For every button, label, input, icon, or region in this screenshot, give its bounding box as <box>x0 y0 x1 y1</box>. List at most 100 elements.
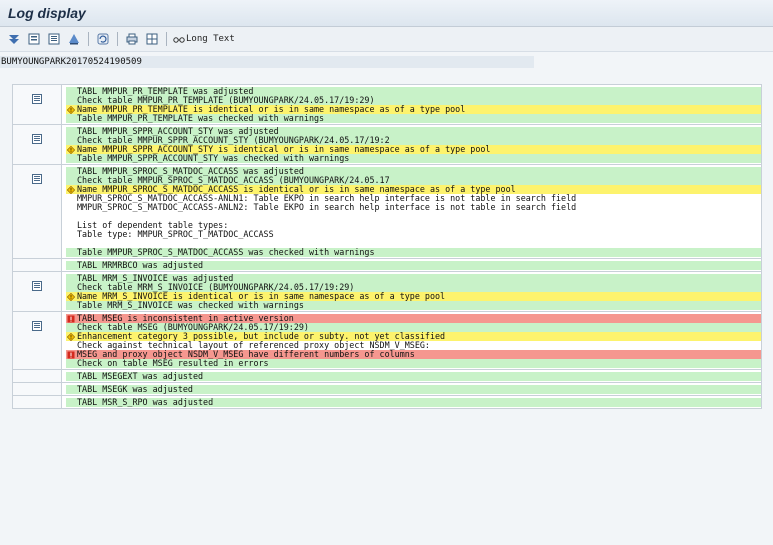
collapse-icon[interactable] <box>26 31 42 47</box>
log-message[interactable]: Name MMPUR_SPROC_S_MATDOC_ACCASS is iden… <box>66 185 761 194</box>
log-message-text: MMPUR_SPROC_S_MATDOC_ACCASS-ANLN2: Table… <box>77 203 577 212</box>
log-message-text: Table MRM_S_INVOICE was checked with war… <box>77 301 304 310</box>
log-message[interactable]: Check table MSEG (BUMYOUNGPARK/24.05.17/… <box>66 323 761 332</box>
log-message[interactable]: List of dependent table types: <box>66 221 761 230</box>
window-title-bar: Log display <box>0 0 773 27</box>
log-message-text: TABL MMPUR_SPPR_ACCOUNT_STY was adjusted <box>77 127 279 136</box>
log-message-text: TABL MRMRBCO was adjusted <box>77 261 204 270</box>
log-group-messages: TABL MMPUR_PR_TEMPLATE was adjusted Check… <box>62 85 761 124</box>
log-group: TABL MMPUR_SPROC_S_MATDOC_ACCASS was adj… <box>12 164 762 258</box>
log-message-text: TABL MMPUR_PR_TEMPLATE was adjusted <box>77 87 254 96</box>
log-group-messages: TABL MMPUR_SPPR_ACCOUNT_STY was adjusted… <box>62 125 761 164</box>
detail-icon[interactable] <box>32 89 42 108</box>
log-message[interactable] <box>66 212 761 221</box>
warning-icon <box>66 292 76 301</box>
log-message[interactable]: TABL MMPUR_SPPR_ACCOUNT_STY was adjusted <box>66 127 761 136</box>
log-message-text: Check table MMPUR_SPPR_ACCOUNT_STY (BUMY… <box>77 136 390 145</box>
log-message-text: Table MMPUR_SPPR_ACCOUNT_STY was checked… <box>77 154 350 163</box>
log-message-text: TABL MSEG is inconsistent in active vers… <box>77 314 294 323</box>
log-message[interactable] <box>66 239 761 248</box>
detail-icon[interactable] <box>32 129 42 148</box>
log-message[interactable]: Table MMPUR_SPPR_ACCOUNT_STY was checked… <box>66 154 761 163</box>
log-group-gutter <box>13 259 62 271</box>
log-message[interactable]: MMPUR_SPROC_S_MATDOC_ACCASS-ANLN1: Table… <box>66 194 761 203</box>
log-group: TABL MSEGK was adjusted <box>12 382 762 395</box>
warning-icon <box>66 185 76 194</box>
log-group-messages: TABL MRM_S_INVOICE was adjusted Check tab… <box>62 272 761 311</box>
log-message-text: Table MMPUR_SPROC_S_MATDOC_ACCASS was ch… <box>77 248 375 257</box>
toolbar-separator <box>88 32 89 46</box>
expand-all-icon[interactable] <box>6 31 22 47</box>
warning-icon <box>66 145 76 154</box>
log-message[interactable]: Check table MMPUR_SPROC_S_MATDOC_ACCASS … <box>66 176 761 185</box>
log-message[interactable]: TABL MMPUR_PR_TEMPLATE was adjusted <box>66 87 761 96</box>
error-icon <box>66 314 76 323</box>
log-message[interactable]: Table MMPUR_SPROC_S_MATDOC_ACCASS was ch… <box>66 248 761 257</box>
glasses-icon <box>173 35 185 44</box>
log-message-text: MMPUR_SPROC_S_MATDOC_ACCASS-ANLN1: Table… <box>77 194 577 203</box>
log-message[interactable]: MMPUR_SPROC_S_MATDOC_ACCASS-ANLN2: Table… <box>66 203 761 212</box>
log-message[interactable]: Name MMPUR_SPPR_ACCOUNT_STY is identical… <box>66 145 761 154</box>
log-message[interactable]: TABL MRMRBCO was adjusted <box>66 261 761 270</box>
log-group: TABL MSR_S_RPO was adjusted <box>12 395 762 409</box>
detail-icon[interactable] <box>32 276 42 295</box>
log-group-gutter <box>13 85 62 124</box>
log-group: TABL MSEGEXT was adjusted <box>12 369 762 382</box>
log-group-gutter <box>13 272 62 311</box>
log-message-text: Name MMPUR_PR_TEMPLATE is identical or i… <box>77 105 466 114</box>
log-id: BUMYOUNGPARK20170524190509 <box>0 56 534 68</box>
detail-icon[interactable] <box>32 169 42 188</box>
log-message[interactable]: TABL MSEG is inconsistent in active vers… <box>66 314 761 323</box>
grid-icon[interactable] <box>144 31 160 47</box>
log-group-messages: TABL MSEG is inconsistent in active vers… <box>62 312 761 369</box>
detail-icon[interactable] <box>32 316 42 335</box>
log-message-text: Check table MMPUR_SPROC_S_MATDOC_ACCASS … <box>77 176 390 185</box>
log-message[interactable]: Check table MMPUR_PR_TEMPLATE (BUMYOUNGP… <box>66 96 761 105</box>
log-group-messages: TABL MSEGK was adjusted <box>62 383 761 395</box>
log-group-messages: TABL MSEGEXT was adjusted <box>62 370 761 382</box>
log-group-gutter <box>13 396 62 408</box>
log-message[interactable]: Table MRM_S_INVOICE was checked with war… <box>66 301 761 310</box>
log-message-text: Check table MRM_S_INVOICE (BUMYOUNGPARK/… <box>77 283 355 292</box>
log-group: TABL MSEG is inconsistent in active vers… <box>12 311 762 369</box>
log-message-text: List of dependent table types: <box>77 221 229 230</box>
log-message-text: TABL MRM_S_INVOICE was adjusted <box>77 274 234 283</box>
log-message[interactable]: MSEG and proxy object NSDM_V_MSEG have d… <box>66 350 761 359</box>
log-message[interactable]: TABL MMPUR_SPROC_S_MATDOC_ACCASS was adj… <box>66 167 761 176</box>
warning-icon <box>66 332 76 341</box>
log-group-gutter <box>13 370 62 382</box>
log-group-messages: TABL MRMRBCO was adjusted <box>62 259 761 271</box>
log-message-text: Check on table MSEG resulted in errors <box>77 359 269 368</box>
log-tree: TABL MMPUR_PR_TEMPLATE was adjusted Check… <box>12 84 762 409</box>
refresh-icon[interactable] <box>95 31 111 47</box>
long-text-button[interactable]: Long Text <box>173 34 235 44</box>
log-message[interactable]: Table MMPUR_PR_TEMPLATE was checked with… <box>66 114 761 123</box>
log-message-text: TABL MSEGK was adjusted <box>77 385 193 394</box>
log-group: TABL MRM_S_INVOICE was adjusted Check tab… <box>12 271 762 311</box>
log-message[interactable]: Check on table MSEG resulted in errors <box>66 359 761 368</box>
find-icon[interactable] <box>66 31 82 47</box>
log-message[interactable]: Check against technical layout of refere… <box>66 341 761 350</box>
log-message[interactable]: TABL MSEGEXT was adjusted <box>66 372 761 381</box>
log-message[interactable]: Name MMPUR_PR_TEMPLATE is identical or i… <box>66 105 761 114</box>
log-group-gutter <box>13 125 62 164</box>
log-message[interactable]: TABL MRM_S_INVOICE was adjusted <box>66 274 761 283</box>
print-icon[interactable] <box>124 31 140 47</box>
log-message-text: MSEG and proxy object NSDM_V_MSEG have d… <box>77 350 415 359</box>
log-message[interactable]: Check table MMPUR_SPPR_ACCOUNT_STY (BUMY… <box>66 136 761 145</box>
log-group-gutter <box>13 312 62 369</box>
detail-icon[interactable] <box>46 31 62 47</box>
log-message[interactable]: TABL MSR_S_RPO was adjusted <box>66 398 761 407</box>
log-message[interactable]: Table type: MMPUR_SPROC_T_MATDOC_ACCASS <box>66 230 761 239</box>
log-message-text: Check table MSEG (BUMYOUNGPARK/24.05.17/… <box>77 323 309 332</box>
log-message-text: Check against technical layout of refere… <box>77 341 430 350</box>
log-message[interactable]: Check table MRM_S_INVOICE (BUMYOUNGPARK/… <box>66 283 761 292</box>
toolbar: Long Text <box>0 27 773 52</box>
log-message[interactable]: Name MRM_S_INVOICE is identical or is in… <box>66 292 761 301</box>
toolbar-separator <box>117 32 118 46</box>
log-message-text: Name MMPUR_SPROC_S_MATDOC_ACCASS is iden… <box>77 185 516 194</box>
log-message[interactable]: Enhancement category 3 possible, but inc… <box>66 332 761 341</box>
log-message-text: Table type: MMPUR_SPROC_T_MATDOC_ACCASS <box>77 230 274 239</box>
log-message-text: Enhancement category 3 possible, but inc… <box>77 332 446 341</box>
log-message[interactable]: TABL MSEGK was adjusted <box>66 385 761 394</box>
